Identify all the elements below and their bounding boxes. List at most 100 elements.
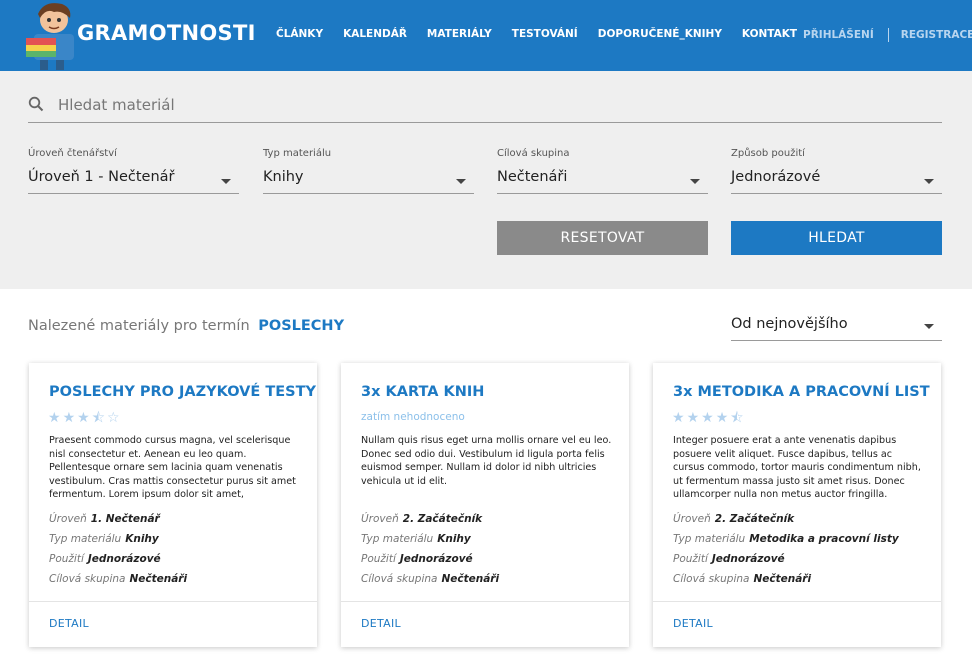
reading-level-select[interactable]: Úroveň 1 - Nečtenář [28, 167, 239, 194]
nav-materialy[interactable]: MATERIÁLY [427, 28, 492, 40]
meta-key: Cílová skupina [49, 573, 126, 585]
search-bar [28, 91, 942, 123]
search-term: POSLECHY [258, 318, 345, 334]
detail-link[interactable]: DETAIL [361, 617, 401, 630]
dropdown-arrow-icon [924, 179, 934, 184]
star-empty-icon: ☆ [106, 410, 122, 426]
material-card: POSLECHY PRO JAZYKOVÉ TESTY ★★★⯪☆ Praese… [29, 363, 317, 647]
meta-value: Knihy [437, 533, 471, 545]
card-description: Integer posuere erat a ante venenatis da… [673, 435, 921, 500]
nav-kontakt[interactable]: KONTAKT [742, 28, 797, 40]
nav-doporucene-knihy[interactable]: DOPORUČENÉ_KNIHY [598, 28, 722, 40]
meta-type: Typ materiálu Knihy [49, 533, 159, 545]
card-title[interactable]: POSLECHY PRO JAZYKOVÉ TESTY [49, 384, 316, 400]
detail-link[interactable]: DETAIL [673, 617, 713, 630]
login-link[interactable]: PŘIHLÁŠENÍ [803, 29, 874, 41]
card-title[interactable]: 3x KARTA KNIH [361, 384, 484, 400]
sort-select[interactable]: Od nejnovějšího [731, 308, 942, 341]
card-divider [341, 601, 629, 602]
meta-target-group: Cílová skupina Nečtenáři [361, 573, 499, 585]
card-divider [653, 601, 941, 602]
meta-value: Metodika a pracovní listy [749, 533, 899, 545]
meta-level: Úroveň 2. Začátečník [673, 513, 794, 525]
dropdown-arrow-icon [221, 179, 231, 184]
filter-label: Typ materiálu [263, 148, 332, 159]
meta-value: Jednorázové [87, 553, 161, 565]
filter-reading-level: Úroveň čtenářství Úroveň 1 - Nečtenář [28, 148, 239, 194]
star-half-icon: ⯪ [91, 410, 107, 426]
meta-key: Úroveň [49, 513, 87, 525]
meta-target-group: Cílová skupina Nečtenáři [49, 573, 187, 585]
star-full-icon: ★ [77, 410, 92, 426]
meta-value: Jednorázové [399, 553, 473, 565]
filter-material-type: Typ materiálu Knihy [263, 148, 474, 194]
star-full-icon: ★ [686, 410, 702, 426]
meta-key: Úroveň [673, 513, 711, 525]
nav-kalendar[interactable]: KALENDÁŘ [343, 28, 407, 40]
meta-key: Typ materiálu [361, 533, 434, 545]
nav-testovani[interactable]: TESTOVÁNÍ [512, 28, 578, 40]
star-full-icon: ★ [701, 410, 716, 426]
unrated-text: zatím nehodnoceno [361, 411, 465, 423]
card-description: Nullam quis risus eget urna mollis ornar… [361, 435, 612, 487]
meta-level: Úroveň 1. Nečtenář [49, 513, 160, 525]
dropdown-arrow-icon [456, 179, 466, 184]
meta-usage: Použití Jednorázové [673, 553, 785, 565]
material-card: 3x KARTA KNIH zatím nehodnoceno Nullam q… [341, 363, 629, 647]
dropdown-arrow-icon [924, 324, 934, 329]
meta-usage: Použití Jednorázové [49, 553, 161, 565]
search-button[interactable]: HLEDAT [731, 221, 942, 255]
meta-key: Použití [361, 553, 396, 565]
star-full-icon: ★ [48, 410, 63, 426]
meta-key: Cílová skupina [361, 573, 438, 585]
detail-link[interactable]: DETAIL [49, 617, 89, 630]
reset-button[interactable]: RESETOVAT [497, 221, 708, 255]
nav-clanky[interactable]: ČLÁNKY [276, 28, 323, 40]
star-rating: ★★★⯪☆ [48, 407, 122, 431]
results-heading: Nalezené materiály pro termín POSLECHY [28, 318, 344, 334]
meta-value: Nečtenáři [129, 573, 188, 585]
target-group-select[interactable]: Nečtenáři [497, 167, 708, 194]
meta-value: Nečtenáři [753, 573, 812, 585]
results-label: Nalezené materiály pro termín [28, 318, 250, 334]
meta-value: Jednorázové [711, 553, 785, 565]
meta-key: Typ materiálu [673, 533, 746, 545]
select-value: Jednorázové [731, 169, 821, 185]
search-input[interactable] [58, 94, 918, 116]
auth-links: PŘIHLÁŠENÍ REGISTRACE [803, 28, 972, 42]
meta-key: Použití [673, 553, 708, 565]
site-header: GRAMOTNOSTI ČLÁNKY KALENDÁŘ MATERIÁLY TE… [0, 0, 972, 71]
main-nav: ČLÁNKY KALENDÁŘ MATERIÁLY TESTOVÁNÍ DOPO… [276, 28, 817, 40]
meta-value: 1. Nečtenář [90, 513, 160, 525]
card-description: Praesent commodo cursus magna, vel scele… [49, 435, 296, 500]
meta-value: 2. Začátečník [714, 513, 795, 525]
meta-target-group: Cílová skupina Nečtenáři [673, 573, 811, 585]
meta-level: Úroveň 2. Začátečník [361, 513, 482, 525]
select-value: Úroveň 1 - Nečtenář [28, 169, 175, 185]
star-full-icon: ★ [715, 410, 731, 426]
filter-label: Způsob použití [731, 148, 805, 159]
dropdown-arrow-icon [690, 179, 700, 184]
brand-name[interactable]: GRAMOTNOSTI [77, 21, 256, 45]
meta-key: Typ materiálu [49, 533, 122, 545]
material-type-select[interactable]: Knihy [263, 167, 474, 194]
sort-value: Od nejnovějšího [731, 316, 848, 332]
usage-select[interactable]: Jednorázové [731, 167, 942, 194]
meta-key: Úroveň [361, 513, 399, 525]
meta-key: Cílová skupina [673, 573, 750, 585]
filter-usage: Způsob použití Jednorázové [731, 148, 942, 194]
meta-usage: Použití Jednorázové [361, 553, 473, 565]
search-icon [28, 96, 44, 112]
material-card: 3x METODIKA A PRACOVNÍ LIST ★★★★⯪ Intege… [653, 363, 941, 647]
star-full-icon: ★ [672, 410, 687, 426]
star-half-icon: ⯪ [730, 410, 746, 426]
register-link[interactable]: REGISTRACE [901, 29, 972, 41]
meta-key: Použití [49, 553, 84, 565]
star-full-icon: ★ [62, 410, 78, 426]
filter-target-group: Cílová skupina Nečtenáři [497, 148, 708, 194]
auth-divider [887, 28, 889, 42]
meta-value: Nečtenáři [441, 573, 500, 585]
filter-label: Cílová skupina [497, 148, 570, 159]
select-value: Knihy [263, 169, 304, 185]
card-title[interactable]: 3x METODIKA A PRACOVNÍ LIST [673, 384, 930, 400]
